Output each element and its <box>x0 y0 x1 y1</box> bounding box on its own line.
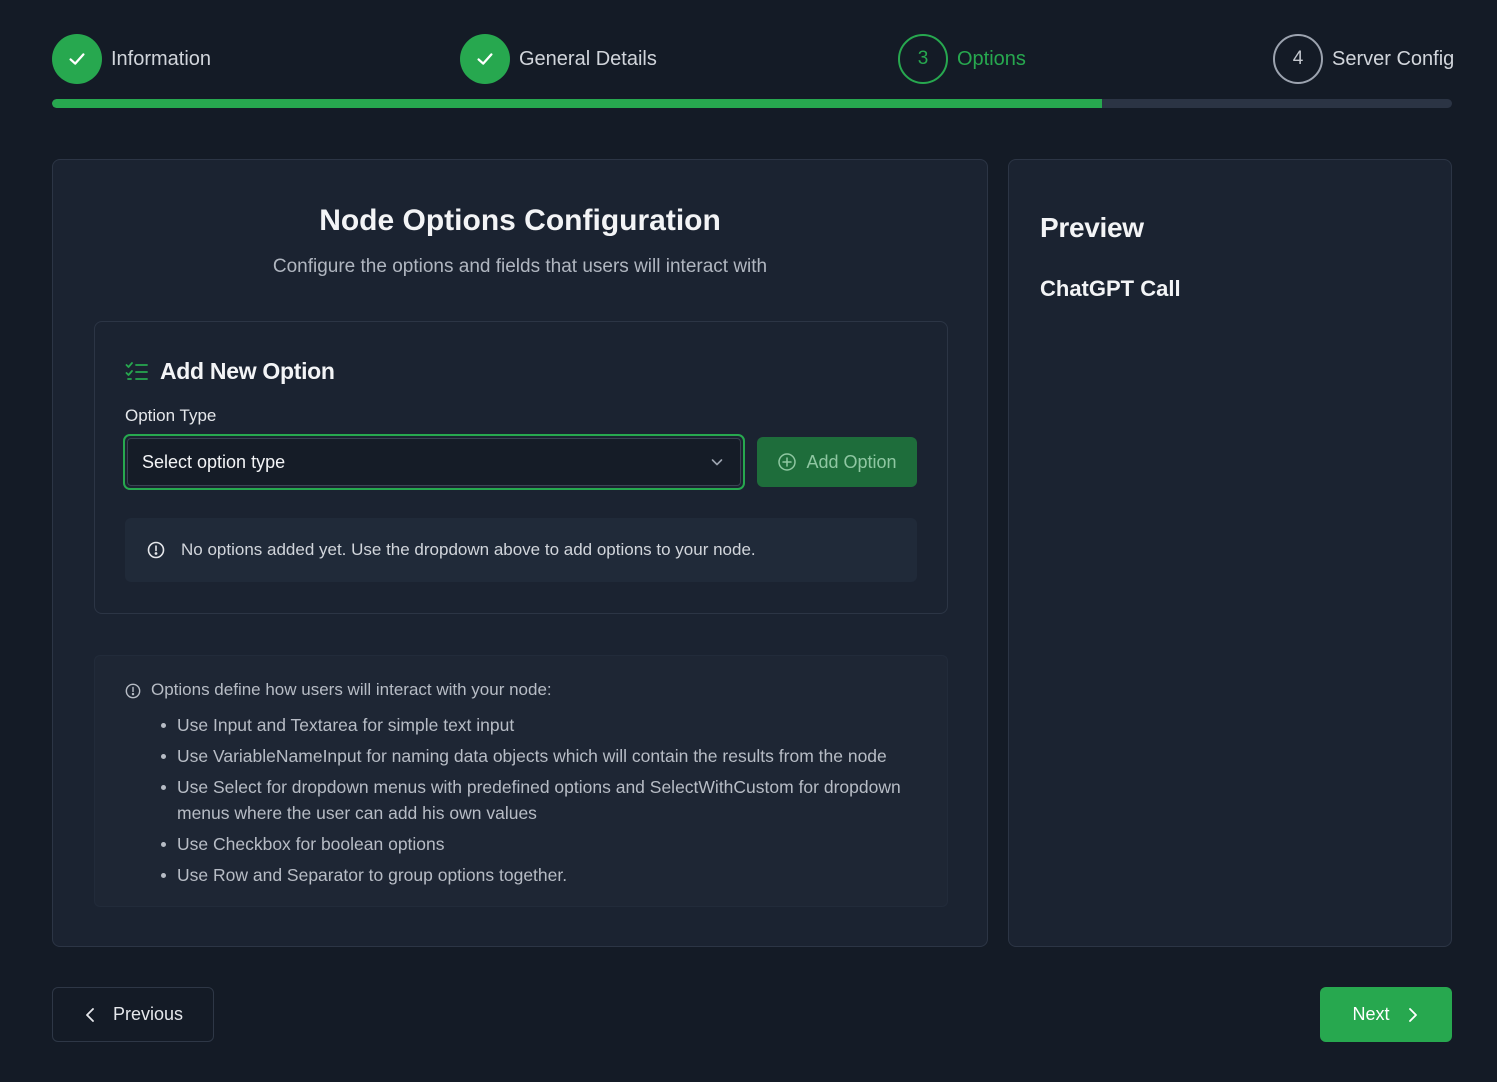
preview-node-name: ChatGPT Call <box>1040 276 1181 301</box>
next-button-label: Next <box>1352 1004 1390 1024</box>
progress-bar-fill <box>52 99 1102 108</box>
step-label: Information <box>111 47 212 70</box>
step-information[interactable]: Information <box>52 34 211 84</box>
step-server-config[interactable]: 4 Server Config <box>1273 34 1454 84</box>
help-list-item: Use Row and Separator to group options t… <box>161 862 921 888</box>
options-help-box: Options define how users will interact w… <box>94 655 948 907</box>
step-number: 4 <box>1273 34 1323 84</box>
option-type-select[interactable]: Select option type <box>123 434 745 490</box>
progress-bar <box>52 99 1452 108</box>
list-check-icon <box>125 361 148 380</box>
step-number: 3 <box>898 34 948 84</box>
help-list-item: Use VariableNameInput for naming data ob… <box>161 743 921 769</box>
previous-button[interactable]: Previous <box>52 987 214 1042</box>
step-options[interactable]: 3 Options <box>898 34 1026 84</box>
info-icon <box>125 683 141 699</box>
preview-title: Preview <box>1040 212 1144 243</box>
options-config-card: Node Options Configuration Configure the… <box>52 159 988 947</box>
previous-button-label: Previous <box>112 1004 184 1024</box>
help-list: Use Input and Textarea for simple text i… <box>161 712 921 893</box>
step-complete-indicator <box>460 34 510 84</box>
chevron-right-icon <box>1408 1007 1417 1022</box>
add-option-button[interactable]: Add Option <box>757 437 917 487</box>
empty-options-notice: No options added yet. Use the dropdown a… <box>125 518 917 582</box>
info-icon <box>147 541 165 559</box>
stepper: Information General Details 3 Options 4 … <box>52 34 1454 86</box>
check-icon <box>69 53 85 65</box>
help-list-item: Use Input and Textarea for simple text i… <box>161 712 921 738</box>
select-value: Select option type <box>142 451 286 472</box>
next-button[interactable]: Next <box>1320 987 1452 1042</box>
add-option-panel: Add New Option Option Type Select option… <box>94 321 948 614</box>
chevron-down-icon <box>711 459 723 466</box>
help-intro: Options define how users will interact w… <box>125 680 552 700</box>
preview-panel: Preview ChatGPT Call <box>1008 159 1452 947</box>
step-label: General Details <box>519 47 657 70</box>
step-label: Options <box>957 47 1026 70</box>
chevron-left-icon <box>86 1007 94 1022</box>
option-type-label: Option Type <box>125 406 217 425</box>
page-subtitle: Configure the options and fields that us… <box>272 256 768 277</box>
option-type-select-field[interactable]: Select option type <box>127 438 741 486</box>
help-list-item: Use Checkbox for boolean options <box>161 831 921 857</box>
page-title: Node Options Configuration <box>319 204 721 237</box>
help-intro-text: Options define how users will interact w… <box>151 680 552 699</box>
add-option-title: Add New Option <box>160 358 335 384</box>
add-option-button-label: Add Option <box>806 451 897 472</box>
step-label: Server Config <box>1332 47 1455 70</box>
help-list-item: Use Select for dropdown menus with prede… <box>161 774 921 826</box>
empty-options-message: No options added yet. Use the dropdown a… <box>181 540 756 559</box>
check-icon <box>477 53 493 65</box>
add-option-header: Add New Option <box>125 358 335 385</box>
step-general-details[interactable]: General Details <box>460 34 657 84</box>
plus-circle-icon <box>778 453 797 471</box>
step-complete-indicator <box>52 34 102 84</box>
